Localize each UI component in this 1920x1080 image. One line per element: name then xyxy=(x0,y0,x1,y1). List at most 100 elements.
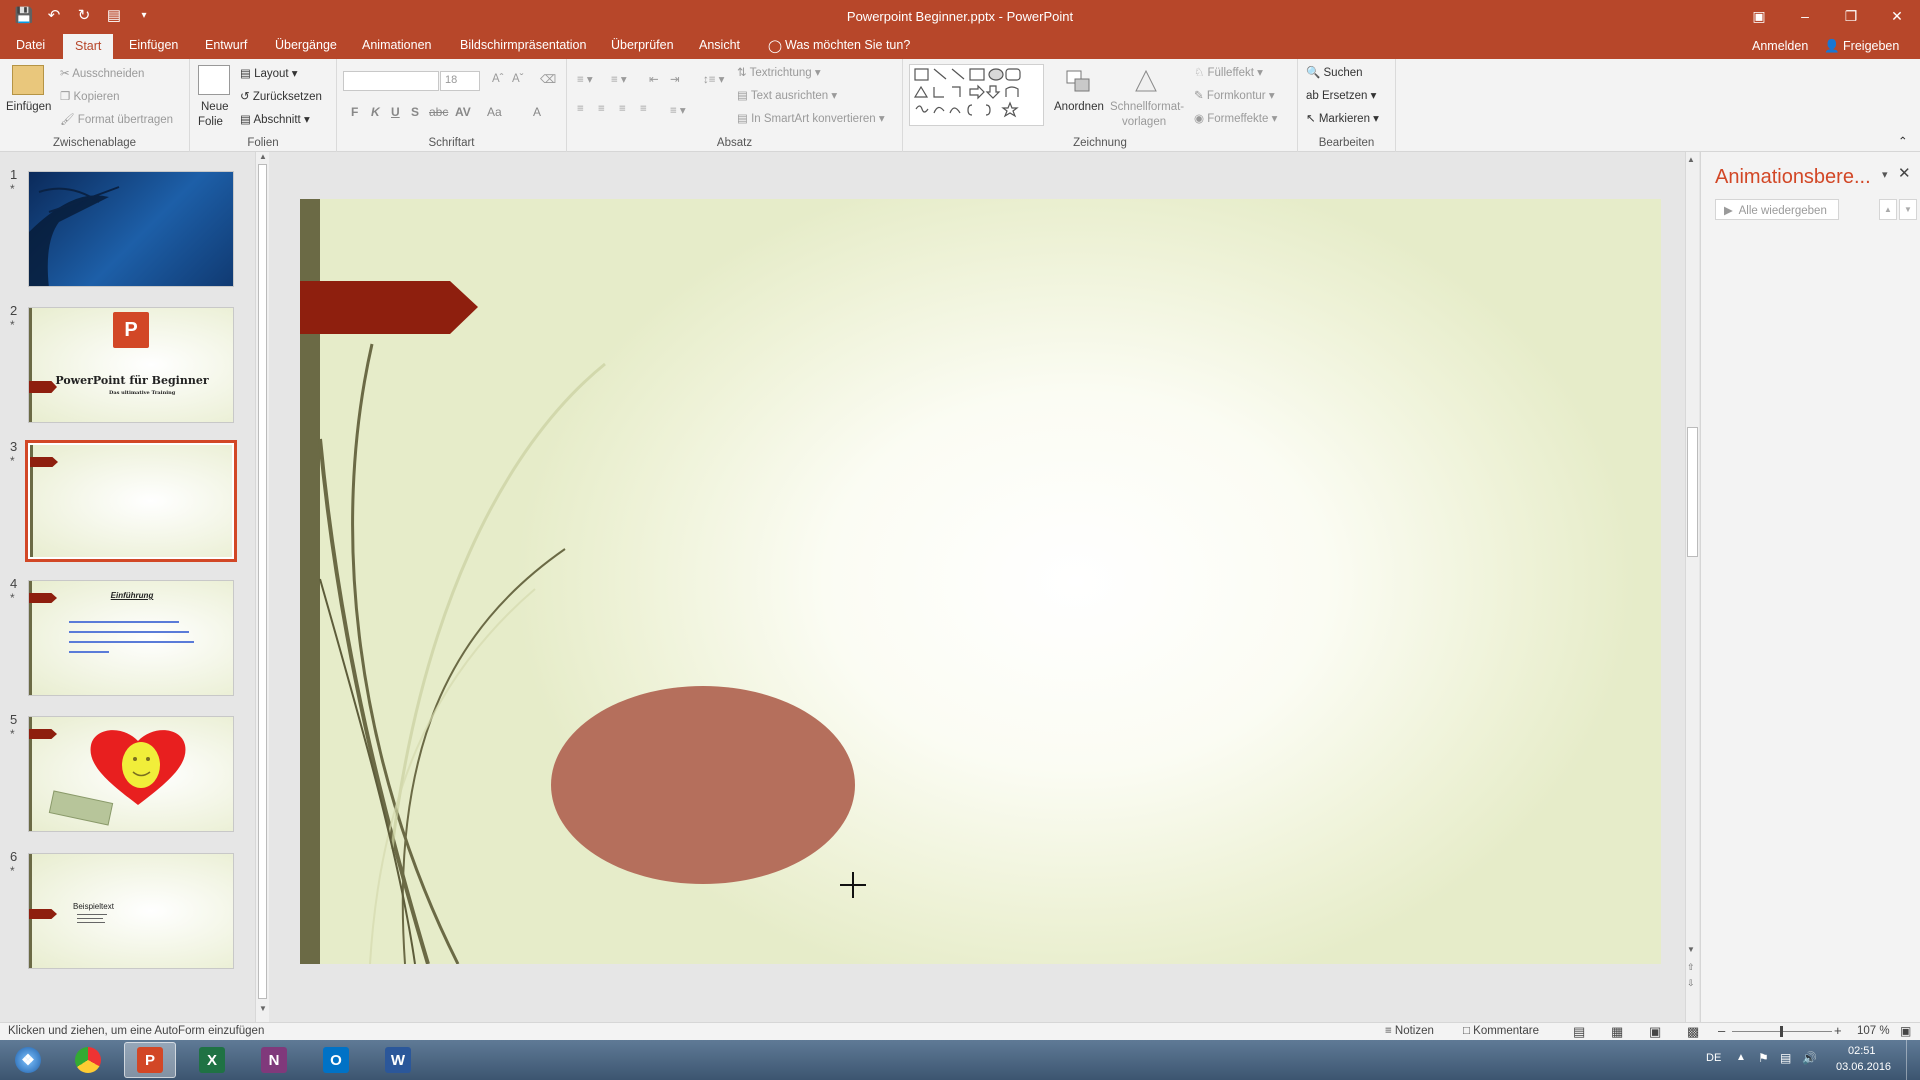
columns-icon[interactable]: ≡ ▾ xyxy=(670,103,686,117)
paste-button[interactable]: Einfügen xyxy=(6,101,51,113)
zoom-slider-thumb[interactable] xyxy=(1780,1026,1783,1037)
font-size-combo[interactable]: 18 xyxy=(440,71,480,91)
slide-thumbnail-1[interactable] xyxy=(28,171,234,287)
tell-me-box[interactable]: Was möchten Sie tun? xyxy=(785,38,910,52)
thumbnail-scrollbar[interactable]: ▲ ▼ xyxy=(255,152,269,1022)
previous-slide-icon[interactable]: ⇧ xyxy=(1687,962,1695,973)
shape-outline-button[interactable]: ✎ Formkontur ▾ xyxy=(1194,88,1275,102)
tab-slideshow[interactable]: Bildschirmpräsentation xyxy=(460,38,586,52)
bold-button[interactable]: F xyxy=(351,105,358,119)
tab-view[interactable]: Ansicht xyxy=(699,38,740,52)
tab-start[interactable]: Start xyxy=(63,34,114,59)
slide-thumbnail-2[interactable]: P PowerPoint für Beginner Das ultimative… xyxy=(28,307,234,423)
volume-icon[interactable]: 🔊 xyxy=(1802,1051,1817,1065)
move-up-icon[interactable]: ▲ xyxy=(1879,199,1897,220)
paste-icon[interactable] xyxy=(12,65,44,95)
select-button[interactable]: ↖ Markieren ▾ xyxy=(1306,111,1379,125)
signin-link[interactable]: Anmelden xyxy=(1752,39,1808,53)
underline-button[interactable]: U xyxy=(391,105,400,119)
start-button[interactable]: ❖ xyxy=(2,1042,54,1078)
arrange-button[interactable]: Anordnen xyxy=(1054,101,1104,113)
strikethrough-button[interactable]: abc xyxy=(429,105,448,119)
clock-date[interactable]: 03.06.2016 xyxy=(1836,1061,1891,1073)
copy-button[interactable]: ❐ Kopieren xyxy=(60,89,120,103)
pane-close-icon[interactable]: ✕ xyxy=(1898,164,1911,182)
grow-font-icon[interactable]: Aˆ xyxy=(492,73,504,85)
tray-expand-icon[interactable]: ▲ xyxy=(1736,1052,1746,1063)
clear-format-icon[interactable]: ⌫ xyxy=(540,72,556,86)
tab-animations[interactable]: Animationen xyxy=(362,38,432,52)
play-all-button[interactable]: ▶ Alle wiedergeben xyxy=(1715,199,1839,220)
tab-insert[interactable]: Einfügen xyxy=(129,38,178,52)
justify-icon[interactable]: ≡ xyxy=(640,103,647,115)
slide-thumbnail-6[interactable]: Beispieltext xyxy=(28,853,234,969)
text-direction-button[interactable]: ⇅ Textrichtung ▾ xyxy=(737,65,821,79)
line-spacing-icon[interactable]: ↕≡ ▾ xyxy=(703,72,724,86)
pane-options-icon[interactable]: ▾ xyxy=(1882,168,1888,181)
tab-design[interactable]: Entwurf xyxy=(205,38,247,52)
convert-smartart-button[interactable]: ▤ In SmartArt konvertieren ▾ xyxy=(737,111,885,125)
comments-button[interactable]: □ Kommentare xyxy=(1463,1025,1539,1037)
action-center-icon[interactable]: ⚑ xyxy=(1758,1051,1769,1065)
replace-button[interactable]: ab Ersetzen ▾ xyxy=(1306,88,1376,102)
arrange-icon[interactable] xyxy=(1063,67,1095,97)
notes-button[interactable]: ≡ Notizen xyxy=(1385,1025,1434,1037)
char-spacing-button[interactable]: AV xyxy=(455,105,471,119)
taskbar-word[interactable]: W xyxy=(372,1042,424,1078)
zoom-in-icon[interactable]: + xyxy=(1834,1023,1842,1038)
next-slide-icon[interactable]: ⇩ xyxy=(1687,978,1695,989)
new-slide-icon[interactable] xyxy=(198,65,230,95)
close-button[interactable]: ✕ xyxy=(1874,0,1920,34)
reset-button[interactable]: ↺ Zurücksetzen xyxy=(240,89,322,103)
oval-shape[interactable] xyxy=(551,686,855,884)
align-text-button[interactable]: ▤ Text ausrichten ▾ xyxy=(737,88,837,102)
slide-scroll-down-icon[interactable]: ▼ xyxy=(1687,945,1695,954)
new-slide-label-1[interactable]: Neue xyxy=(201,101,229,113)
scroll-up-icon[interactable]: ▲ xyxy=(258,152,268,164)
italic-button[interactable]: K xyxy=(371,105,380,119)
layout-button[interactable]: ▤ Layout ▾ xyxy=(240,66,298,80)
network-icon[interactable]: ▤ xyxy=(1780,1051,1791,1065)
find-button[interactable]: 🔍 Suchen xyxy=(1306,65,1363,79)
align-left-icon[interactable]: ≡ xyxy=(577,103,584,115)
current-slide[interactable] xyxy=(300,199,1661,964)
collapse-ribbon-icon[interactable]: ⌃ xyxy=(1898,134,1908,148)
minimize-button[interactable]: – xyxy=(1782,0,1828,34)
scroll-down-icon[interactable]: ▼ xyxy=(258,1004,268,1016)
tab-transitions[interactable]: Übergänge xyxy=(275,38,337,52)
taskbar-chrome[interactable] xyxy=(62,1042,114,1078)
change-case-button[interactable]: Aa xyxy=(487,105,502,119)
quick-styles-label-2[interactable]: vorlagen xyxy=(1122,116,1166,128)
taskbar-onenote[interactable]: N xyxy=(248,1042,300,1078)
shadow-button[interactable]: S xyxy=(411,105,419,119)
slideshow-view-icon[interactable]: ▩ xyxy=(1687,1024,1699,1040)
shapes-gallery[interactable] xyxy=(909,64,1044,126)
scroll-thumb[interactable] xyxy=(258,164,267,999)
ribbon-display-icon[interactable]: ▣ xyxy=(1736,0,1782,34)
taskbar-excel[interactable]: X xyxy=(186,1042,238,1078)
bullets-icon[interactable]: ≡ ▾ xyxy=(577,72,593,86)
indent-increase-icon[interactable]: ⇥ xyxy=(670,72,680,86)
indent-decrease-icon[interactable]: ⇤ xyxy=(649,72,659,86)
normal-view-icon[interactable]: ▤ xyxy=(1573,1024,1585,1040)
show-desktop-button[interactable] xyxy=(1906,1040,1920,1080)
fit-slide-icon[interactable]: ▣ xyxy=(1900,1024,1911,1038)
cut-button[interactable]: ✂ Ausschneiden xyxy=(60,66,144,80)
align-right-icon[interactable]: ≡ xyxy=(619,103,626,115)
slide-sorter-icon[interactable]: ▦ xyxy=(1611,1024,1623,1040)
slide-thumbnail-4[interactable]: Einführung xyxy=(28,580,234,696)
share-button[interactable]: 👤 Freigeben xyxy=(1824,39,1899,54)
taskbar-powerpoint[interactable]: P xyxy=(124,1042,176,1078)
slide-thumbnail-5[interactable] xyxy=(28,716,234,832)
zoom-level[interactable]: 107 % xyxy=(1857,1025,1890,1037)
slide-scroll-thumb[interactable] xyxy=(1687,427,1698,557)
reading-view-icon[interactable]: ▣ xyxy=(1649,1024,1661,1040)
quick-styles-label-1[interactable]: Schnellformat- xyxy=(1110,101,1184,113)
move-down-icon[interactable]: ▼ xyxy=(1899,199,1917,220)
taskbar-outlook[interactable]: O xyxy=(310,1042,362,1078)
format-painter-button[interactable]: 🖌 Format übertragen xyxy=(60,112,173,126)
font-color-button[interactable]: A xyxy=(533,105,541,119)
quick-styles-icon[interactable] xyxy=(1130,67,1162,97)
tab-review[interactable]: Überprüfen xyxy=(611,38,674,52)
slide-scroll-up-icon[interactable]: ▲ xyxy=(1687,155,1695,164)
